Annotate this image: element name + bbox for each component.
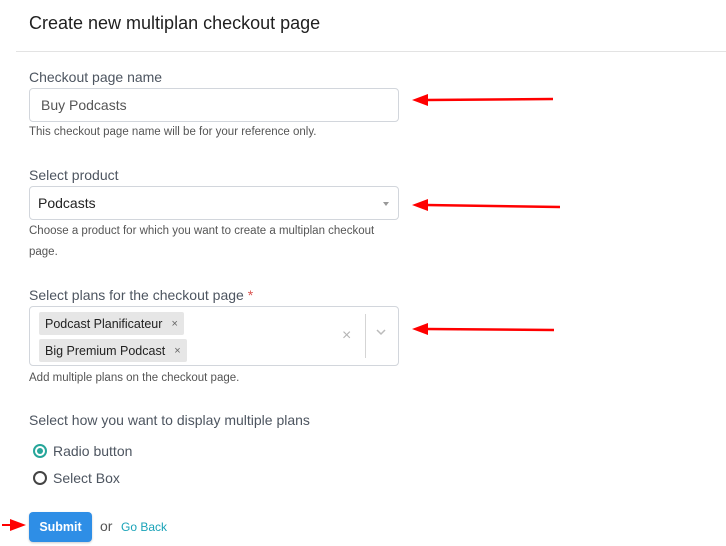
or-text: or bbox=[100, 518, 113, 534]
caret-down-icon bbox=[383, 202, 389, 206]
annotation-arrow-icon bbox=[412, 199, 561, 211]
clear-all-icon[interactable]: × bbox=[342, 327, 351, 345]
submit-button[interactable]: Submit bbox=[29, 512, 92, 542]
radio-option-radio-button[interactable]: Radio button bbox=[33, 443, 132, 459]
remove-tag-icon[interactable]: × bbox=[174, 345, 180, 357]
plans-label: Select plans for the checkout page * bbox=[29, 287, 253, 303]
checkout-name-help: This checkout page name will be for your… bbox=[29, 126, 317, 138]
radio-checked-icon[interactable] bbox=[33, 444, 47, 458]
chevron-down-icon[interactable] bbox=[375, 326, 387, 338]
plan-tag-label: Podcast Planificateur bbox=[45, 316, 163, 331]
annotation-arrow-icon bbox=[412, 323, 555, 335]
radio-unchecked-icon[interactable] bbox=[33, 471, 47, 485]
checkout-name-value: Buy Podcasts bbox=[41, 97, 127, 113]
header-divider bbox=[16, 51, 726, 52]
plans-label-text: Select plans for the checkout page bbox=[29, 287, 244, 303]
indicator-separator bbox=[365, 314, 366, 358]
annotation-arrow-icon bbox=[2, 519, 26, 531]
plans-help: Add multiple plans on the checkout page. bbox=[29, 372, 240, 384]
go-back-link[interactable]: Go Back bbox=[121, 520, 167, 534]
radio-option-select-box[interactable]: Select Box bbox=[33, 470, 120, 486]
product-help: Choose a product for which you want to c… bbox=[29, 225, 375, 258]
radio-option-label: Radio button bbox=[53, 443, 133, 459]
product-selected-value: Podcasts bbox=[38, 195, 96, 211]
plan-tag: Podcast Planificateur × bbox=[39, 312, 184, 335]
remove-tag-icon[interactable]: × bbox=[171, 318, 177, 330]
plan-tag: Big Premium Podcast × bbox=[39, 339, 187, 362]
annotation-arrow-icon bbox=[412, 94, 554, 106]
radio-option-label: Select Box bbox=[53, 470, 120, 486]
plans-multiselect[interactable]: Podcast Planificateur × Big Premium Podc… bbox=[29, 306, 399, 366]
required-mark: * bbox=[247, 287, 254, 303]
checkout-name-label: Checkout page name bbox=[29, 69, 163, 85]
product-label: Select product bbox=[29, 167, 119, 183]
checkout-name-input[interactable]: Buy Podcasts bbox=[29, 88, 399, 122]
page-title: Create new multiplan checkout page bbox=[29, 13, 321, 33]
plan-tag-label: Big Premium Podcast bbox=[45, 343, 166, 358]
product-select[interactable]: Podcasts bbox=[29, 186, 399, 220]
display-label: Select how you want to display multiple … bbox=[29, 412, 310, 428]
